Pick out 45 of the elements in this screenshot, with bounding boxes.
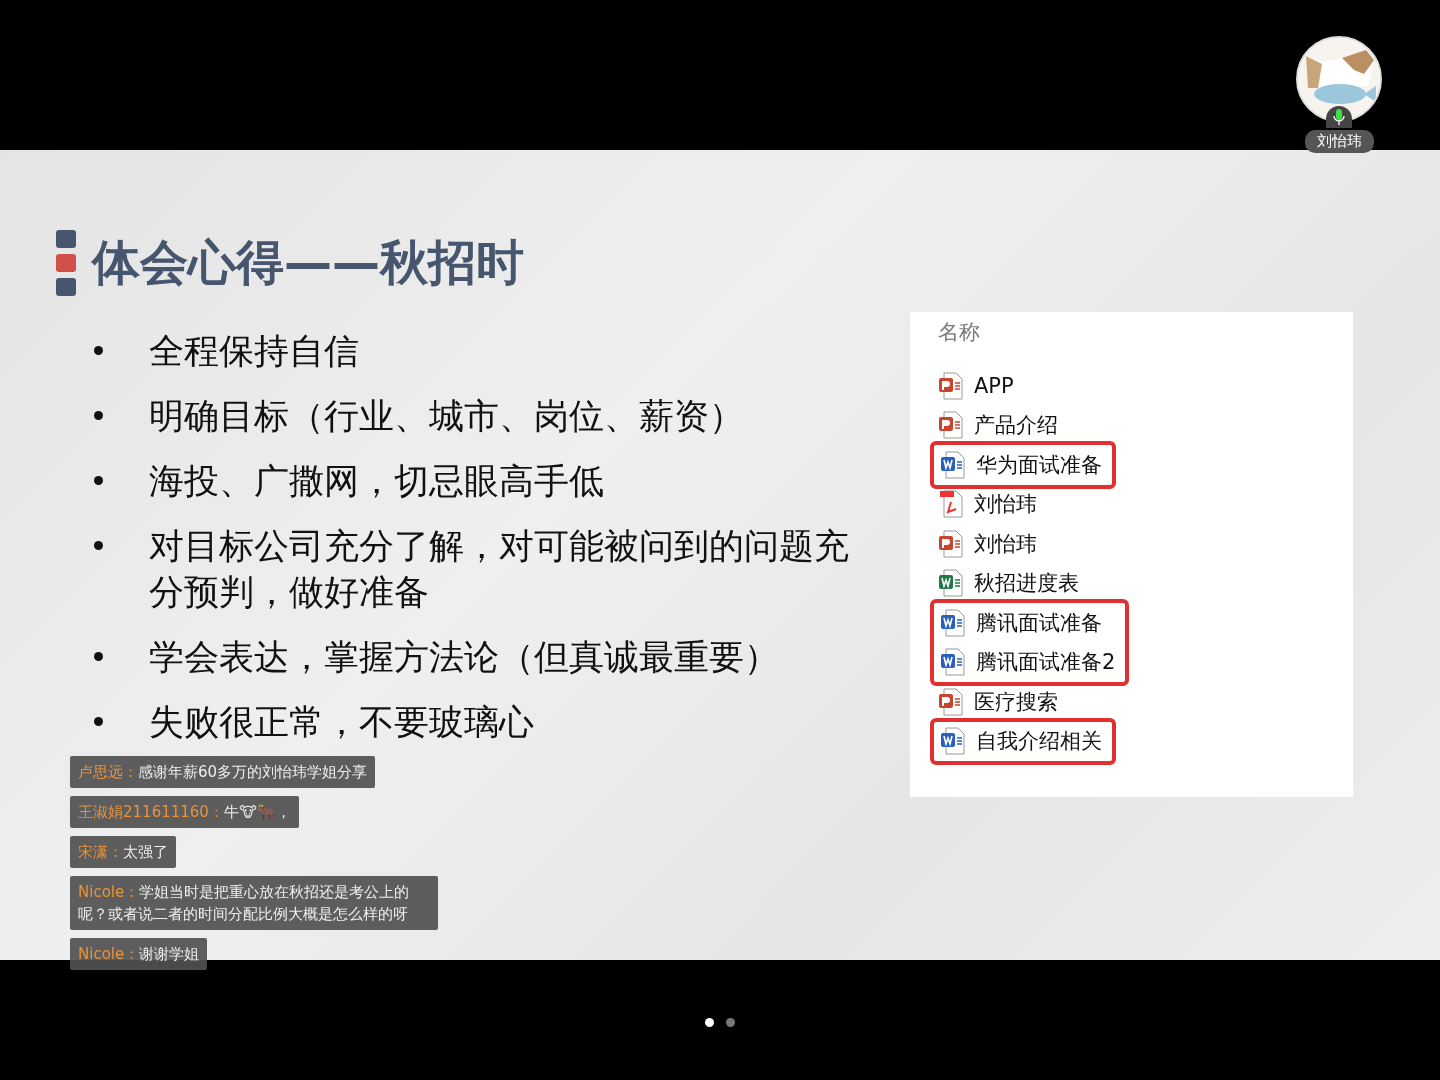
bullet-text: 学会表达，掌握方法论（但真诚最重要）	[149, 636, 779, 679]
file-name: 刘怡玮	[974, 491, 1037, 519]
presenter-name: 刘怡玮	[1304, 130, 1374, 153]
file-name: 刘怡玮	[974, 530, 1037, 558]
bullet-text: 明确目标（行业、城市、岗位、薪资）	[149, 395, 744, 438]
document-icon	[940, 727, 966, 756]
title-marker	[56, 254, 76, 272]
document-icon	[940, 648, 966, 677]
bullet-dot	[94, 346, 103, 355]
document-icon	[938, 569, 964, 598]
bullet-text: 失败很正常，不要玻璃心	[149, 701, 534, 744]
column-header: 名称	[938, 319, 981, 346]
bullet-dot	[94, 717, 103, 726]
bullet-text: 海投、广撒网，切忌眼高手低	[149, 460, 604, 503]
chat-message: 王淑娟211611160：牛🐮🐂，	[70, 796, 299, 828]
bullet-text: 对目标公司充分了解，对可能被问到的问题充分预判，做好准备	[149, 525, 849, 614]
file-name: 腾讯面试准备	[976, 609, 1102, 637]
file-name: 秋招进度表	[974, 570, 1079, 598]
document-icon	[938, 371, 964, 400]
file-name: 自我介绍相关	[976, 728, 1102, 756]
document-icon	[940, 608, 966, 637]
document-icon	[940, 450, 966, 479]
document-icon	[938, 411, 964, 440]
file-name: 腾讯面试准备2	[976, 649, 1116, 677]
pdf-file-icon	[938, 490, 964, 519]
slide-title: 体会心得——秋招时	[92, 233, 524, 292]
file-name: 医疗搜索	[974, 688, 1058, 716]
chat-message: 宋潇：太强了	[70, 836, 176, 868]
file-name: APP	[974, 373, 1014, 398]
page-dot[interactable]	[705, 1017, 714, 1027]
bullet-dot	[94, 541, 103, 550]
title-marker	[56, 230, 76, 248]
file-name: 产品介绍	[974, 412, 1058, 440]
bullet-dot	[94, 652, 103, 661]
page-dot[interactable]	[726, 1017, 735, 1027]
bullet-dot	[94, 411, 103, 420]
document-icon	[938, 687, 964, 716]
file-name: 华为面试准备	[976, 451, 1102, 479]
chat-message: Nicole：学姐当时是把重心放在秋招还是考公上的呢？或者说二者的时间分配比例大概是怎么样的呀	[70, 876, 438, 930]
bullet-text: 全程保持自信	[149, 330, 359, 373]
bullet-dot	[94, 476, 103, 485]
document-icon	[938, 529, 964, 558]
chat-message: Nicole：谢谢学姐	[70, 938, 208, 970]
chat-message: 卢思远：感谢年薪60多万的刘怡玮学姐分享	[70, 756, 376, 788]
title-marker	[56, 278, 76, 296]
